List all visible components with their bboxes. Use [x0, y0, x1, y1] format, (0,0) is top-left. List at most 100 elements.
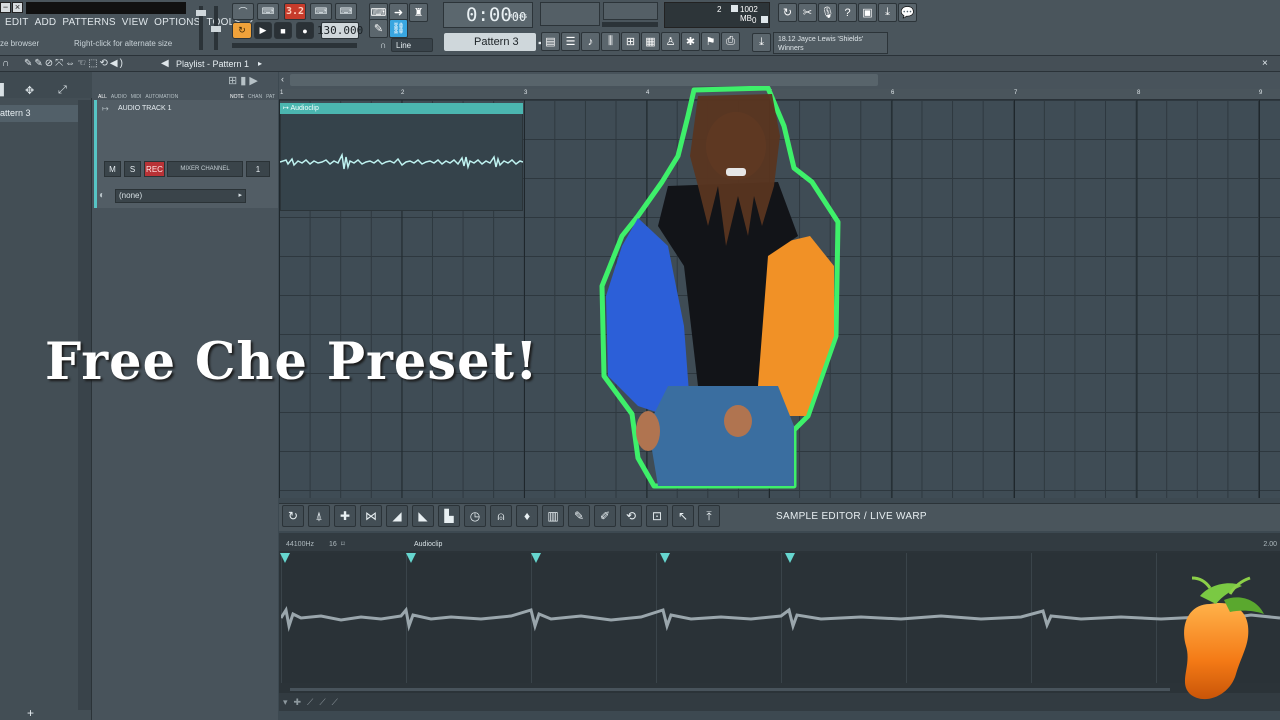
metronome-button[interactable]: ⌒: [232, 3, 254, 20]
minimize-button[interactable]: −: [0, 2, 11, 13]
audio-clip-header[interactable]: ↦ Audioclip: [280, 103, 523, 114]
song-position-slider[interactable]: [232, 43, 357, 48]
loop-record-button[interactable]: ⌨: [335, 3, 357, 20]
menu-edit[interactable]: EDIT: [5, 17, 29, 33]
scroll-left-icon[interactable]: ‹: [281, 74, 284, 84]
paint-icon[interactable]: ✎: [369, 19, 388, 38]
tempo-display[interactable]: 130.000: [317, 22, 363, 39]
rec-button[interactable]: REC: [144, 161, 165, 177]
browser-link-icon[interactable]: ⤢: [58, 84, 67, 97]
track-arrow-icon[interactable]: ↦: [102, 104, 109, 113]
pitch-icon[interactable]: ⍝: [490, 505, 512, 527]
run-icon[interactable]: ▙: [438, 505, 460, 527]
playlist-tool-icons[interactable]: ✎✎⊘⤧⇔☜⬚⟲◀): [24, 58, 125, 69]
fl-studio-window: − × EDIT ADD PATTERNS VIEW OPTIONS TOOLS…: [0, 0, 1280, 720]
sample-bits: 16: [329, 541, 337, 548]
menu-options[interactable]: OPTIONS: [154, 17, 200, 33]
menu-add[interactable]: ADD: [35, 17, 57, 33]
piano-roll-icon[interactable]: ♪: [581, 32, 600, 51]
mute-button[interactable]: M: [104, 161, 121, 177]
pattern-selector[interactable]: Pattern 3: [444, 33, 536, 51]
chat-icon[interactable]: 💬: [898, 3, 917, 22]
track-tools-icons[interactable]: ⊞ ▮ ▶: [228, 74, 258, 87]
download-icon[interactable]: ⤓: [752, 33, 771, 52]
fade-in-icon[interactable]: ◢: [386, 505, 408, 527]
menu-patterns[interactable]: PATTERNS: [62, 17, 115, 33]
insert-selector[interactable]: (none) ▸: [115, 189, 246, 203]
help-icon[interactable]: ?: [838, 3, 857, 22]
browser-item-pattern-3[interactable]: attern 3: [0, 105, 78, 122]
bar-9: 9: [1259, 90, 1263, 96]
fade-out-icon[interactable]: ◣: [412, 505, 434, 527]
info-icon[interactable]: ✱: [681, 32, 700, 51]
playlist-horizontal-scroll[interactable]: [290, 74, 878, 86]
footer-tool-icons[interactable]: ▾✚⟋⟋⟋: [283, 697, 344, 708]
trim-icon[interactable]: ⋈: [360, 505, 382, 527]
drop-icon[interactable]: ♦: [516, 505, 538, 527]
sample-scrollbar[interactable]: [290, 688, 1170, 691]
plugin-picker-icon[interactable]: ⊞: [621, 32, 640, 51]
sample-waveform: [281, 605, 1280, 632]
warp-marker-3[interactable]: [531, 553, 541, 563]
bars-icon[interactable]: ▥: [542, 505, 564, 527]
magnet-icon[interactable]: ∩: [380, 40, 386, 50]
microphone-icon[interactable]: 🎙: [818, 3, 837, 22]
news-panel[interactable]: 18.12 Jayce Lewis 'Shields' Winners: [773, 32, 888, 54]
save-icon[interactable]: ▣: [858, 3, 877, 22]
play-button[interactable]: ▶: [254, 22, 272, 39]
link-icon[interactable]: ⛓: [389, 19, 408, 38]
reverse-icon[interactable]: ↻: [282, 505, 304, 527]
master-pitch-handle[interactable]: [211, 26, 221, 32]
export-icon[interactable]: ⤒: [698, 505, 720, 527]
close-button[interactable]: ×: [12, 2, 23, 13]
warp-marker-1[interactable]: [280, 553, 290, 563]
pen-icon[interactable]: ✐: [594, 505, 616, 527]
mixer-icon[interactable]: ⫼: [601, 32, 620, 51]
wait-button[interactable]: ⌨: [257, 3, 279, 20]
browser-window-icon[interactable]: ▦: [641, 32, 660, 51]
browser-scrollbar[interactable]: [78, 100, 91, 710]
warp-marker-4[interactable]: [660, 553, 670, 563]
mixer-channel-value[interactable]: 1: [246, 161, 270, 177]
cursor-icon[interactable]: ↖: [672, 505, 694, 527]
menu-view[interactable]: VIEW: [122, 17, 148, 33]
time-unit: M:S:CS: [508, 14, 527, 20]
tap-icon[interactable]: ♜: [409, 3, 428, 22]
record-button[interactable]: ●: [296, 22, 314, 39]
time-display[interactable]: 0:0000 M:S:CS: [443, 2, 533, 28]
magnet-icon[interactable]: ∩: [2, 58, 9, 69]
normalize-icon[interactable]: ✚: [334, 505, 356, 527]
solo-button[interactable]: S: [124, 161, 141, 177]
playlist-window-icon[interactable]: ▤: [541, 32, 560, 51]
channel-rack-icon[interactable]: ☰: [561, 32, 580, 51]
stop-button[interactable]: ■: [274, 22, 292, 39]
browser-back-icon[interactable]: ▌: [0, 84, 8, 96]
render-icon[interactable]: ⤓: [878, 3, 897, 22]
countdown-led[interactable]: 3.2: [284, 3, 306, 20]
sample-editor-title: SAMPLE EDITOR / LIVE WARP: [776, 511, 927, 522]
plugin-icon[interactable]: ♙: [661, 32, 680, 51]
pattern-song-toggle[interactable]: ↻: [232, 22, 252, 39]
sample-editor-footer: [279, 693, 1280, 711]
warp-marker-5[interactable]: [785, 553, 795, 563]
track-name[interactable]: AUDIO TRACK 1: [118, 105, 172, 112]
playlist-icon: ◀: [161, 58, 169, 69]
loop-icon[interactable]: ⟲: [620, 505, 642, 527]
tempo-icon[interactable]: ⚑: [701, 32, 720, 51]
snap-select[interactable]: Line: [391, 38, 433, 52]
playlist-close-icon[interactable]: ×: [1262, 58, 1268, 69]
browser-snap-icon[interactable]: ✥: [25, 84, 34, 97]
frame-icon[interactable]: ⊡: [646, 505, 668, 527]
blend-button[interactable]: ⌨: [310, 3, 332, 20]
title-box: [26, 2, 186, 14]
warp-marker-2[interactable]: [406, 553, 416, 563]
cut-icon[interactable]: ✂: [798, 3, 817, 22]
video-icon[interactable]: ⎙: [721, 32, 740, 51]
split-icon[interactable]: ⍋: [308, 505, 330, 527]
master-volume-handle[interactable]: [196, 10, 206, 16]
brush-icon[interactable]: ✎: [568, 505, 590, 527]
refresh-icon[interactable]: ↻: [778, 3, 797, 22]
browser-add-button[interactable]: +: [27, 706, 34, 720]
clock-icon[interactable]: ◷: [464, 505, 486, 527]
playlist-title-arrow[interactable]: ▸: [258, 59, 262, 68]
